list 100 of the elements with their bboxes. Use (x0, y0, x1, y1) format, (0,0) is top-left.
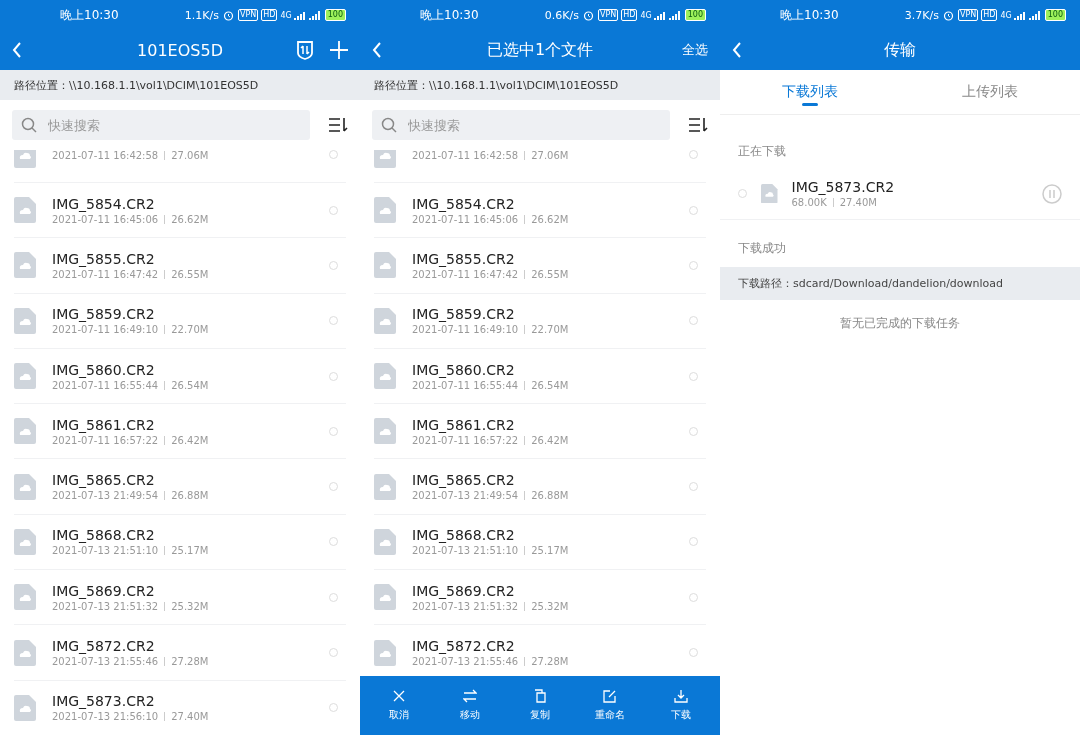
file-date: 2021-07-11 16:57:22 (412, 434, 519, 446)
file-size: 26.42M (531, 434, 569, 446)
file-date: 2021-07-13 21:51:32 (52, 600, 159, 612)
file-name: IMG_5865.CR2 (52, 472, 156, 489)
network-speed: 1.1K/s (184, 8, 219, 22)
file-name: IMG_5861.CR2 (52, 416, 156, 433)
back-icon[interactable] (732, 42, 742, 58)
file-size: 27.06M (171, 150, 209, 161)
toolbar-button[interactable]: 复制 (509, 689, 570, 722)
file-size: 27.06M (531, 150, 569, 161)
search-field[interactable]: 快速搜索 (12, 110, 310, 140)
network-type: 4G (1000, 10, 1012, 20)
cloud-file-icon (14, 197, 36, 224)
toolbar-button[interactable]: 下载 (650, 689, 711, 722)
file-name: IMG_5865.CR2 (412, 472, 516, 489)
file-name: IMG_5854.CR2 (52, 195, 156, 212)
file-name: IMG_5872.CR2 (52, 638, 156, 654)
file-name: IMG_5872.CR2 (412, 638, 516, 654)
file-date: 2021-07-13 21:51:10 (412, 545, 519, 557)
file-date: 2021-07-13 21:49:54 (412, 490, 519, 502)
cloud-file-icon (374, 418, 396, 445)
search-field[interactable]: 快速搜索 (372, 110, 670, 140)
search-icon (381, 117, 397, 133)
file-name: IMG_5860.CR2 (52, 361, 156, 378)
file-name: IMG_5860.CR2 (412, 361, 516, 378)
download-icon (673, 689, 688, 703)
file-name: IMG_5868.CR2 (412, 527, 516, 544)
network-type: 4G (280, 10, 292, 20)
file-date: 2021-07-11 16:47:42 (412, 268, 519, 280)
file-size: 26.62M (531, 213, 569, 225)
file-size: 26.42M (171, 434, 209, 446)
file-size: 27.40M (171, 711, 209, 723)
swap-arrows-icon (462, 689, 477, 703)
file-size: 27.40M (839, 197, 877, 208)
file-size: 26.88M (531, 490, 569, 502)
file-name: IMG_5855.CR2 (412, 250, 516, 267)
pause-icon[interactable] (1042, 183, 1062, 204)
file-size: 22.70M (531, 324, 569, 336)
file-size: 27.28M (171, 656, 209, 667)
network-speed: 0.6K/s (544, 8, 579, 22)
file-date: 2021-07-13 21:51:10 (52, 545, 159, 557)
file-size: 26.55M (171, 268, 209, 280)
toolbar-button[interactable]: 移动 (439, 689, 500, 722)
file-date: 2021-07-13 21:55:46 (52, 656, 159, 667)
cloud-file-icon (374, 363, 396, 390)
toolbar-button[interactable]: 取消 (369, 689, 430, 722)
screen-title: 传输 (884, 39, 916, 61)
file-size: 26.88M (171, 490, 209, 502)
file-name: IMG_5868.CR2 (52, 527, 156, 544)
sort-icon[interactable] (688, 117, 708, 133)
screen-title: 已选中1个文件 (486, 39, 594, 61)
cloud-file-icon (374, 528, 396, 555)
status-badge: VPN (597, 9, 619, 21)
downloaded-size: 68.00K (791, 197, 827, 208)
path-bar: 路径位置：\\10.168.1.1\vol1\DCIM\101EOS5D (0, 70, 360, 100)
file-date: 2021-07-11 16:49:10 (52, 324, 159, 336)
back-icon[interactable] (372, 42, 382, 58)
alarm-icon (582, 9, 594, 21)
cloud-file-icon (14, 473, 36, 500)
file-name: IMG_5854.CR2 (412, 195, 516, 212)
file-name: IMG_5855.CR2 (52, 250, 156, 267)
tab[interactable]: 下载列表 (720, 70, 900, 114)
cloud-file-icon (374, 639, 396, 666)
battery-level: 100 (324, 9, 346, 21)
back-icon[interactable] (12, 42, 22, 58)
file-name: IMG_5861.CR2 (412, 416, 516, 433)
cloud-file-icon (14, 528, 36, 555)
status-time: 晚上10:30 (780, 6, 840, 24)
search-icon (21, 117, 37, 133)
file-name: IMG_5859.CR2 (52, 306, 156, 323)
cloud-file-icon (374, 473, 396, 500)
file-size: 25.32M (171, 600, 209, 612)
sort-icon[interactable] (328, 117, 348, 133)
cloud-file-icon (14, 363, 36, 390)
shield-arrows-icon[interactable] (296, 40, 314, 60)
alarm-icon (942, 9, 954, 21)
toolbar-button[interactable]: 重命名 (580, 689, 641, 722)
file-date: 2021-07-11 16:45:06 (412, 213, 519, 225)
file-date: 2021-07-11 16:42:58 (412, 150, 519, 161)
cloud-file-icon (374, 307, 396, 334)
file-size: 27.28M (531, 656, 569, 667)
file-date: 2021-07-11 16:55:44 (52, 379, 159, 391)
cloud-file-icon (14, 418, 36, 445)
select-all-button[interactable]: 全选 (682, 41, 708, 59)
battery-level: 100 (684, 9, 706, 21)
file-date: 2021-07-11 16:55:44 (412, 379, 519, 391)
cloud-file-icon (374, 197, 396, 224)
file-size: 26.54M (531, 379, 569, 391)
status-time: 晚上10:30 (60, 6, 120, 24)
file-size: 26.54M (171, 379, 209, 391)
cloud-file-icon (14, 694, 36, 721)
signal-icon (1012, 10, 1041, 20)
file-name: IMG_5869.CR2 (52, 582, 156, 599)
tab[interactable]: 上传列表 (900, 70, 1080, 114)
copy-icon (532, 689, 547, 703)
file-name: IMG_5869.CR2 (412, 582, 516, 599)
add-icon[interactable] (330, 41, 348, 59)
file-size: 26.55M (531, 268, 569, 280)
status-badge: VPN (237, 9, 259, 21)
cloud-file-icon (14, 252, 36, 279)
